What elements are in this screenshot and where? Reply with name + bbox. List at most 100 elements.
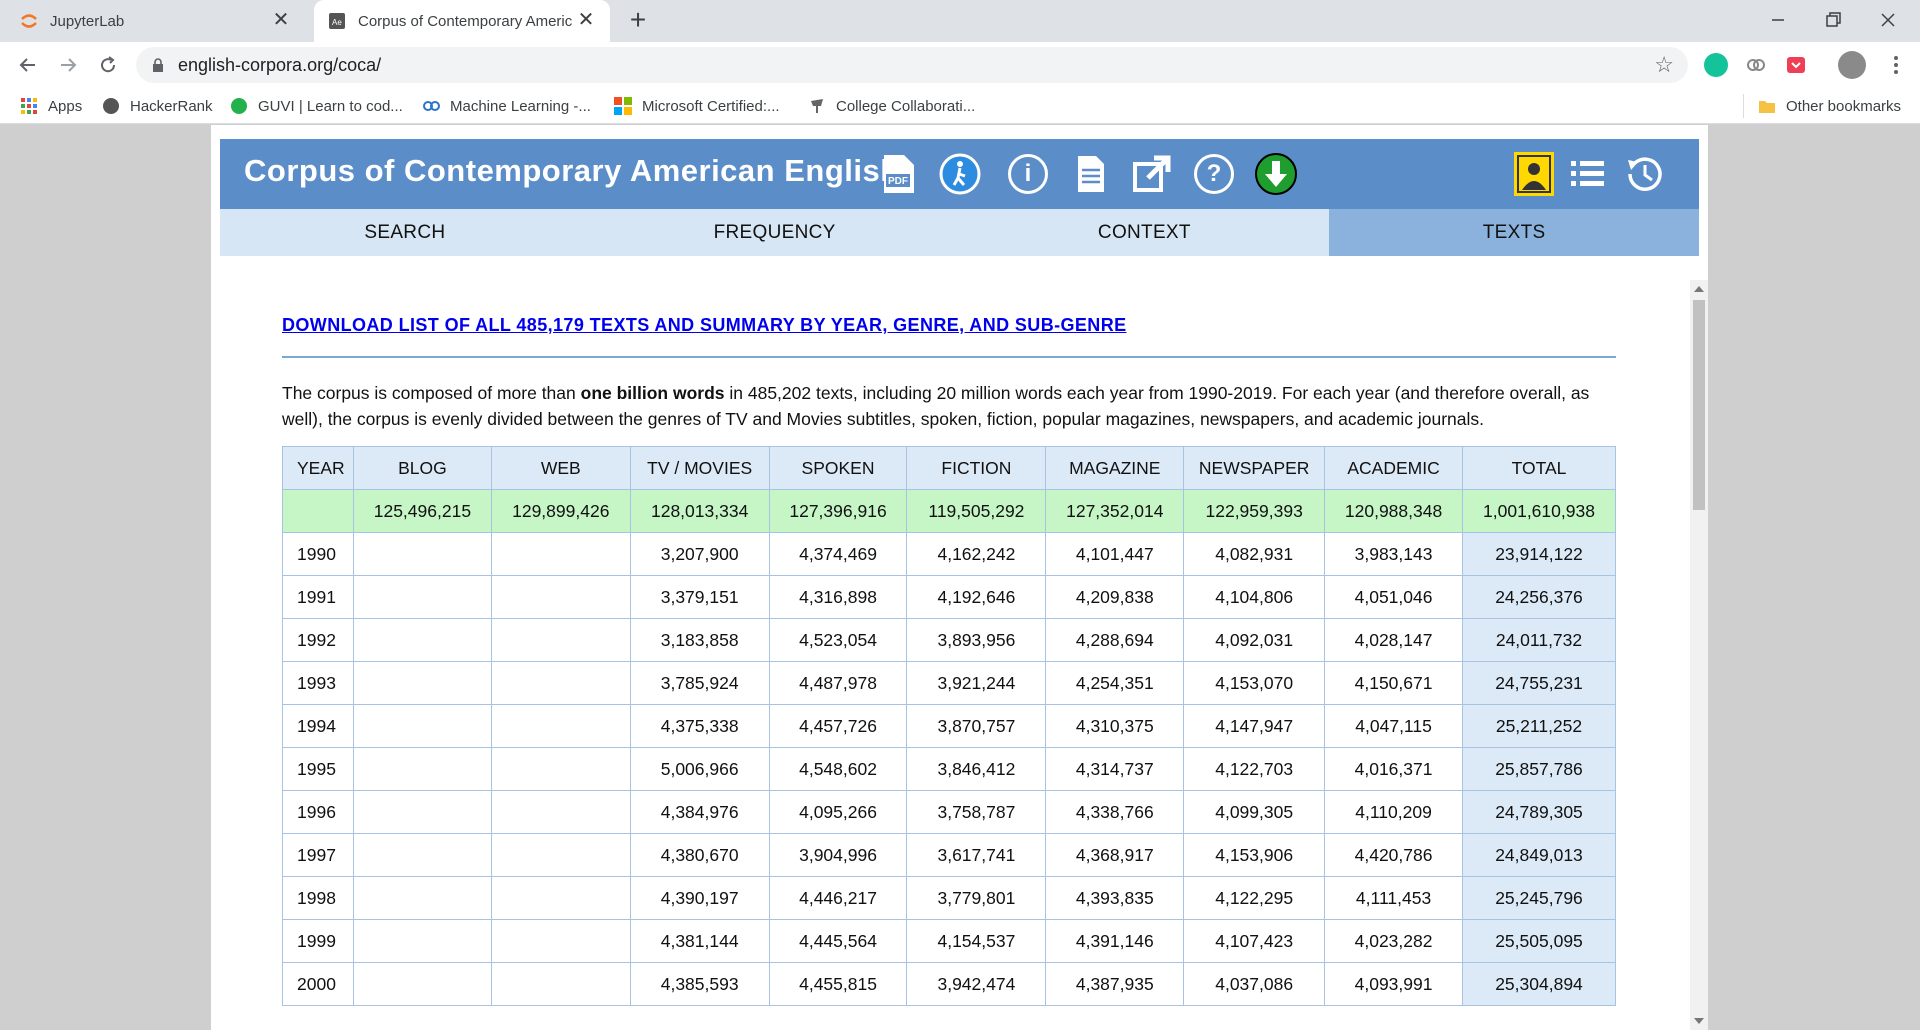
bookmark-label: College Collaborati...: [836, 97, 976, 115]
table-cell: 4,092,031: [1183, 618, 1326, 662]
document-icon[interactable]: [1068, 152, 1112, 196]
table-cell: 4,095,266: [768, 790, 908, 834]
table-cell: 4,445,564: [768, 919, 908, 963]
page-scrollbar[interactable]: [1690, 280, 1708, 1030]
table-cell: 4,314,737: [1045, 747, 1185, 791]
new-tab-button[interactable]: +: [624, 6, 652, 34]
year-cell: 1997: [282, 833, 354, 877]
browser-tab-bar: JupyterLab ✕ Ae Corpus of Contemporary A…: [0, 0, 1920, 42]
nav-search[interactable]: SEARCH: [220, 209, 590, 256]
total-cell: 129,899,426: [490, 489, 631, 533]
total-cell: 1,001,610,938: [1462, 489, 1616, 533]
table-cell: 4,310,375: [1045, 704, 1185, 748]
menu-dots-icon[interactable]: [1884, 53, 1908, 77]
scroll-up-icon[interactable]: [1694, 286, 1704, 292]
table-cell: [352, 704, 492, 748]
table-row: 1992 3,183,858 4,523,054 3,893,956 4,288,694…: [282, 618, 1616, 662]
svg-text:PDF: PDF: [888, 176, 908, 187]
bookmark-label: GUVI | Learn to cod...: [258, 97, 403, 115]
corpus-table: YEAR BLOG WEB TV / MOVIES SPOKEN FICTION MAGAZ…: [282, 446, 1616, 1006]
help-icon[interactable]: ?: [1192, 152, 1236, 196]
download-texts-link[interactable]: DOWNLOAD LIST OF ALL 485,179 TEXTS AND S…: [282, 315, 1127, 335]
tour-icon[interactable]: [938, 152, 982, 196]
table-cell: 4,047,115: [1324, 704, 1463, 748]
column-header: YEAR: [282, 446, 354, 490]
nav-texts[interactable]: TEXTS: [1329, 209, 1699, 256]
table-cell: 3,921,244: [906, 661, 1047, 705]
divider: [282, 356, 1616, 358]
scroll-down-icon[interactable]: [1694, 1018, 1704, 1024]
table-cell: 3,207,900: [629, 532, 770, 576]
grammarly-icon[interactable]: [1704, 53, 1728, 77]
avatar[interactable]: [1838, 51, 1866, 79]
window-close-icon[interactable]: [1876, 8, 1900, 32]
table-cell: 4,254,351: [1045, 661, 1185, 705]
list-icon[interactable]: [1566, 152, 1610, 196]
year-cell: 1999: [282, 919, 354, 963]
tab-title: JupyterLab: [50, 12, 125, 30]
column-header: ACADEMIC: [1324, 446, 1463, 490]
tab-coca[interactable]: Ae Corpus of Contemporary Americ ✕: [314, 0, 610, 42]
nav-frequency[interactable]: FREQUENCY: [590, 209, 960, 256]
table-cell: 4,107,423: [1183, 919, 1326, 963]
table-cell: 4,393,835: [1045, 876, 1185, 920]
table-cell: [490, 833, 631, 877]
table-cell: [352, 833, 492, 877]
bookmark-other[interactable]: Other bookmarks: [1758, 96, 1901, 116]
table-cell: [490, 532, 631, 576]
history-icon[interactable]: [1622, 152, 1666, 196]
address-bar[interactable]: english-corpora.org/coca/ ☆: [136, 47, 1688, 83]
table-cell: [490, 919, 631, 963]
back-icon[interactable]: [14, 51, 42, 79]
user-icon[interactable]: [1514, 152, 1554, 196]
column-header: NEWSPAPER: [1183, 446, 1326, 490]
restore-icon[interactable]: [1821, 8, 1845, 32]
table-cell: [352, 661, 492, 705]
close-tab-icon[interactable]: ✕: [271, 10, 291, 30]
lock-icon: [152, 58, 164, 72]
tab-jupyterlab[interactable]: JupyterLab ✕: [20, 0, 305, 42]
table-cell: 24,256,376: [1462, 575, 1616, 619]
bookmark-microsoft[interactable]: Microsoft Certified:...: [614, 96, 780, 116]
table-cell: 4,390,197: [629, 876, 770, 920]
table-cell: 3,779,801: [906, 876, 1047, 920]
extension-link-icon[interactable]: [1744, 53, 1768, 77]
year-cell: 1994: [282, 704, 354, 748]
bookmark-apps[interactable]: Apps: [20, 96, 82, 116]
bookmark-guvi[interactable]: GUVI | Learn to cod...: [230, 96, 403, 116]
year-cell: 1996: [282, 790, 354, 834]
scrollbar-thumb[interactable]: [1693, 300, 1705, 510]
nav-context[interactable]: CONTEXT: [960, 209, 1330, 256]
pocket-icon[interactable]: [1784, 53, 1808, 77]
svg-text:Ae: Ae: [332, 18, 342, 27]
college-icon: [808, 97, 826, 115]
info-icon[interactable]: i: [1006, 152, 1050, 196]
close-tab-icon[interactable]: ✕: [576, 10, 596, 30]
share-icon[interactable]: [1130, 152, 1174, 196]
year-cell: 1993: [282, 661, 354, 705]
column-header: BLOG: [352, 446, 492, 490]
table-cell: 4,147,947: [1183, 704, 1326, 748]
bookmark-hackerrank[interactable]: HackerRank: [102, 96, 213, 116]
totals-row: 125,496,215 129,899,426 128,013,334 127,396…: [282, 489, 1616, 533]
table-cell: 5,006,966: [629, 747, 770, 791]
guvi-icon: [230, 97, 248, 115]
forward-icon[interactable]: [54, 51, 82, 79]
table-cell: [352, 962, 492, 1006]
year-cell: 1992: [282, 618, 354, 662]
table-cell: 4,457,726: [768, 704, 908, 748]
table-cell: 24,849,013: [1462, 833, 1616, 877]
bookmark-machine-learning[interactable]: Machine Learning -...: [422, 96, 591, 116]
table-cell: 3,617,741: [906, 833, 1047, 877]
table-cell: [352, 790, 492, 834]
bookmark-college[interactable]: College Collaborati...: [808, 96, 975, 116]
reload-icon[interactable]: [94, 51, 122, 79]
pdf-icon[interactable]: PDF: [876, 152, 920, 196]
bookmark-star-icon[interactable]: ☆: [1654, 52, 1674, 78]
minimize-icon[interactable]: [1766, 8, 1790, 32]
download-icon[interactable]: [1254, 152, 1298, 196]
table-cell: [352, 876, 492, 920]
table-row: 1993 3,785,924 4,487,978 3,921,244 4,254,351…: [282, 661, 1616, 705]
table-cell: 3,758,787: [906, 790, 1047, 834]
total-cell: 120,988,348: [1324, 489, 1463, 533]
